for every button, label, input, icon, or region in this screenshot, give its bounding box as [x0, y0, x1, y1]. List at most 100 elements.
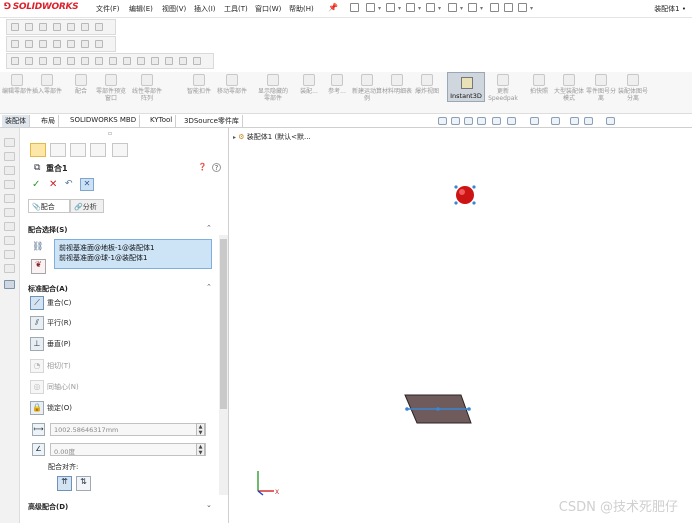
chevron-down-icon[interactable]: ▾ [438, 5, 441, 12]
concentric-mate[interactable]: ◎ 同轴心(N) [30, 380, 79, 395]
large-assembly-mode-button[interactable]: 大型装配体模式 [554, 74, 584, 112]
component-preview-button[interactable]: 零部件预览窗口 [96, 74, 126, 112]
advanced-mates-header[interactable]: 高级配合(D) [28, 502, 68, 512]
chevron-down-icon[interactable]: ▾ [378, 5, 381, 12]
feature-icon[interactable] [53, 57, 61, 65]
tab-property-manager[interactable] [50, 143, 66, 157]
move-component-button[interactable]: 移动零部件 [214, 74, 250, 112]
lock-mate[interactable]: 🔒 锁定(O) [30, 401, 72, 416]
distance-spinner[interactable]: ▲ ▼ [196, 423, 205, 436]
angle-icon[interactable]: ∠ [32, 443, 45, 456]
tab-layout[interactable]: 布局 [38, 115, 59, 127]
solidworks-logo[interactable]: ⅁ SOLIDWORKS [4, 2, 79, 12]
chevron-down-icon[interactable]: ▾ [460, 5, 463, 12]
new-motion-study-button[interactable]: 新建运动算例 [352, 74, 382, 112]
open-icon[interactable] [386, 3, 395, 12]
task-icon[interactable] [4, 166, 15, 175]
edit-appearance-icon[interactable] [551, 117, 560, 125]
task-icon[interactable] [4, 152, 15, 161]
undo-icon[interactable] [448, 3, 457, 12]
save-icon[interactable] [406, 3, 415, 12]
scene-icon[interactable] [570, 117, 579, 125]
chevron-down-icon[interactable]: ▾ [398, 5, 401, 12]
toolbar-icon[interactable] [67, 23, 75, 31]
tab-display-manager[interactable] [112, 143, 128, 157]
linear-pattern-button[interactable]: 线性零部件阵列 [130, 74, 164, 112]
feature-icon[interactable] [67, 57, 75, 65]
undo-icon[interactable]: ↶ [65, 179, 73, 189]
collapse-icon[interactable]: ⌃ [206, 224, 212, 232]
zoom-area-icon[interactable] [451, 117, 460, 125]
feature-icon[interactable] [39, 57, 47, 65]
menu-file[interactable]: 文件(F) [96, 4, 120, 14]
distance-field[interactable]: 1002.58646317mm [50, 423, 206, 436]
feature-icon[interactable] [95, 57, 103, 65]
anti-aligned-icon[interactable]: ⇅ [76, 476, 91, 491]
expand-icon[interactable]: ⌄ [206, 501, 212, 509]
update-speedpak-button[interactable]: 更新Speedpak [488, 74, 518, 112]
chevron-down-icon[interactable]: ▾ [418, 5, 421, 12]
feature-icon[interactable] [165, 57, 173, 65]
floor-plate-component[interactable] [404, 394, 472, 424]
feature-icon[interactable] [11, 57, 19, 65]
view-settings-icon[interactable] [584, 117, 593, 125]
mate-button[interactable]: 配合 [66, 74, 96, 112]
aligned-icon[interactable]: ⇈ [57, 476, 72, 491]
tab-3dsource[interactable]: 3DSource零件库 [181, 115, 243, 127]
panel-scrollbar[interactable] [219, 235, 228, 495]
section-view-icon[interactable] [477, 117, 486, 125]
tab-mates[interactable]: 📎配合 [28, 199, 70, 213]
ball-body[interactable] [456, 186, 474, 204]
new-document-icon[interactable] [366, 3, 375, 12]
sketch-icon[interactable] [53, 40, 61, 48]
parallel-mate[interactable]: ⫽ 平行(R) [30, 316, 71, 331]
options-gear-icon[interactable] [518, 3, 527, 12]
ok-icon[interactable]: ✓ [32, 179, 40, 190]
part-number-split-button[interactable]: 零件图号分离 [586, 74, 616, 112]
toolbar-icon[interactable] [25, 23, 33, 31]
question-icon[interactable]: ? [212, 163, 221, 172]
task-icon[interactable] [4, 194, 15, 203]
pin-icon[interactable]: 📌 [328, 3, 338, 12]
toolbar-icon[interactable] [53, 23, 61, 31]
sketch-icon[interactable] [25, 40, 33, 48]
task-icon[interactable] [4, 208, 15, 217]
chevron-down-icon[interactable]: ▾ [480, 5, 483, 12]
menu-view[interactable]: 视图(V) [162, 4, 186, 14]
task-icon[interactable] [4, 222, 15, 231]
sketch-icon[interactable] [39, 40, 47, 48]
list-item[interactable]: 前视基准面@地板-1@装配体1 [59, 243, 207, 253]
feature-icon[interactable] [123, 57, 131, 65]
angle-field[interactable]: 0.00度 [50, 443, 206, 456]
feature-icon[interactable] [109, 57, 117, 65]
angle-spinner[interactable]: ▲ ▼ [196, 443, 205, 456]
feature-icon[interactable] [137, 57, 145, 65]
home-icon[interactable] [350, 3, 359, 12]
feature-icon[interactable] [81, 57, 89, 65]
chevron-down-icon[interactable]: ▾ [530, 5, 533, 12]
sketch-line-icon[interactable] [11, 40, 19, 48]
reference-geometry-button[interactable]: 参考... [322, 74, 352, 112]
take-snapshot-button[interactable]: 拍快照 [524, 74, 554, 112]
tab-feature-manager[interactable] [30, 143, 46, 157]
rebuild-icon[interactable] [490, 3, 499, 12]
feature-icon[interactable] [25, 57, 33, 65]
toolbar-icon[interactable] [95, 23, 103, 31]
graphics-viewport[interactable]: ▸ ⚙ 装配体1 (默认<默... X CSDN @技术死肥仔 [229, 128, 692, 523]
menu-edit[interactable]: 编辑(E) [129, 4, 153, 14]
task-icon[interactable] [4, 236, 15, 245]
bill-of-materials-button[interactable]: 材料明细表 [382, 74, 412, 112]
show-hidden-button[interactable]: 显示隐藏的零部件 [258, 74, 288, 112]
task-icon[interactable] [4, 250, 15, 259]
tab-assembly[interactable]: 装配体 [2, 115, 30, 127]
menu-insert[interactable]: 插入(I) [194, 4, 216, 14]
instant3d-button[interactable]: Instant3D [447, 72, 485, 102]
tab-solidworks-mbd[interactable]: SOLIDWORKS MBD [67, 115, 141, 127]
active-task-icon[interactable] [4, 280, 15, 289]
distance-icon[interactable]: ⟼ [32, 423, 45, 436]
menu-help[interactable]: 帮助(H) [289, 4, 314, 14]
sketch-icon[interactable] [95, 40, 103, 48]
menu-tools[interactable]: 工具(T) [224, 4, 248, 14]
print-icon[interactable] [426, 3, 435, 12]
scrollbar-thumb[interactable] [220, 239, 227, 409]
